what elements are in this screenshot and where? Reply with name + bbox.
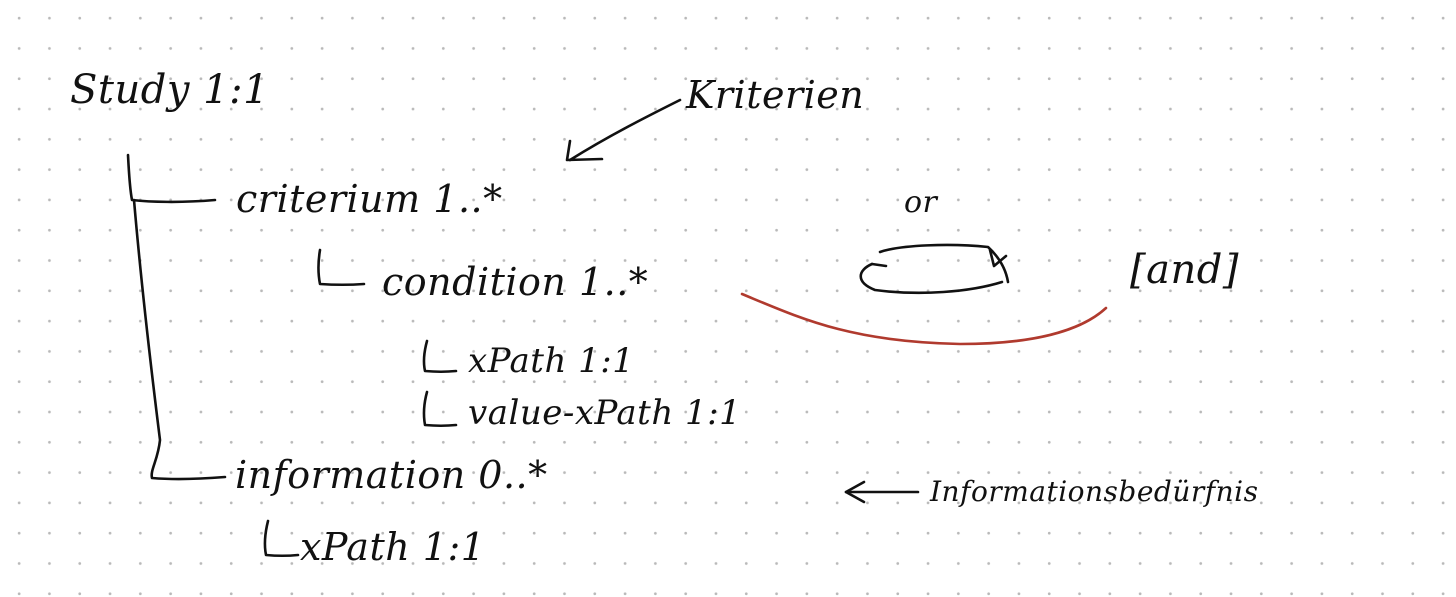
node-criterium: criterium 1..* xyxy=(236,177,503,221)
kriterien-arrow xyxy=(568,98,682,162)
node-condition: condition 1..* xyxy=(382,260,649,304)
or-cycle-lower xyxy=(859,262,1004,295)
node-xpath-condition: xPath 1:1 xyxy=(468,341,635,381)
node-study: Study 1:1 xyxy=(70,67,270,113)
annotation-informationsbeduerfnis: Informationsbedürfnis xyxy=(930,475,1259,508)
or-cycle-lower-head xyxy=(870,262,888,268)
condition-and-red-link xyxy=(740,292,1108,346)
annotation-kriterien: Kriterien xyxy=(686,73,865,117)
tree-connector-condition-xpath xyxy=(422,339,458,374)
tree-connector-study-information xyxy=(132,198,227,481)
node-value-xpath: value-xPath 1:1 xyxy=(468,393,742,433)
tree-connector-information-xpath xyxy=(263,519,300,558)
node-xpath-information: xPath 1:1 xyxy=(300,525,486,569)
annotation-or: or xyxy=(904,185,938,220)
note-canvas: Study 1:1 criterium 1..* condition 1..* … xyxy=(0,0,1456,597)
tree-connector-criterium-condition xyxy=(317,248,366,287)
node-information: information 0..* xyxy=(235,453,548,497)
tree-connector-study-criterium xyxy=(126,153,217,204)
annotation-and: [and] xyxy=(1130,247,1239,293)
tree-connector-condition-value-xpath xyxy=(422,390,458,428)
